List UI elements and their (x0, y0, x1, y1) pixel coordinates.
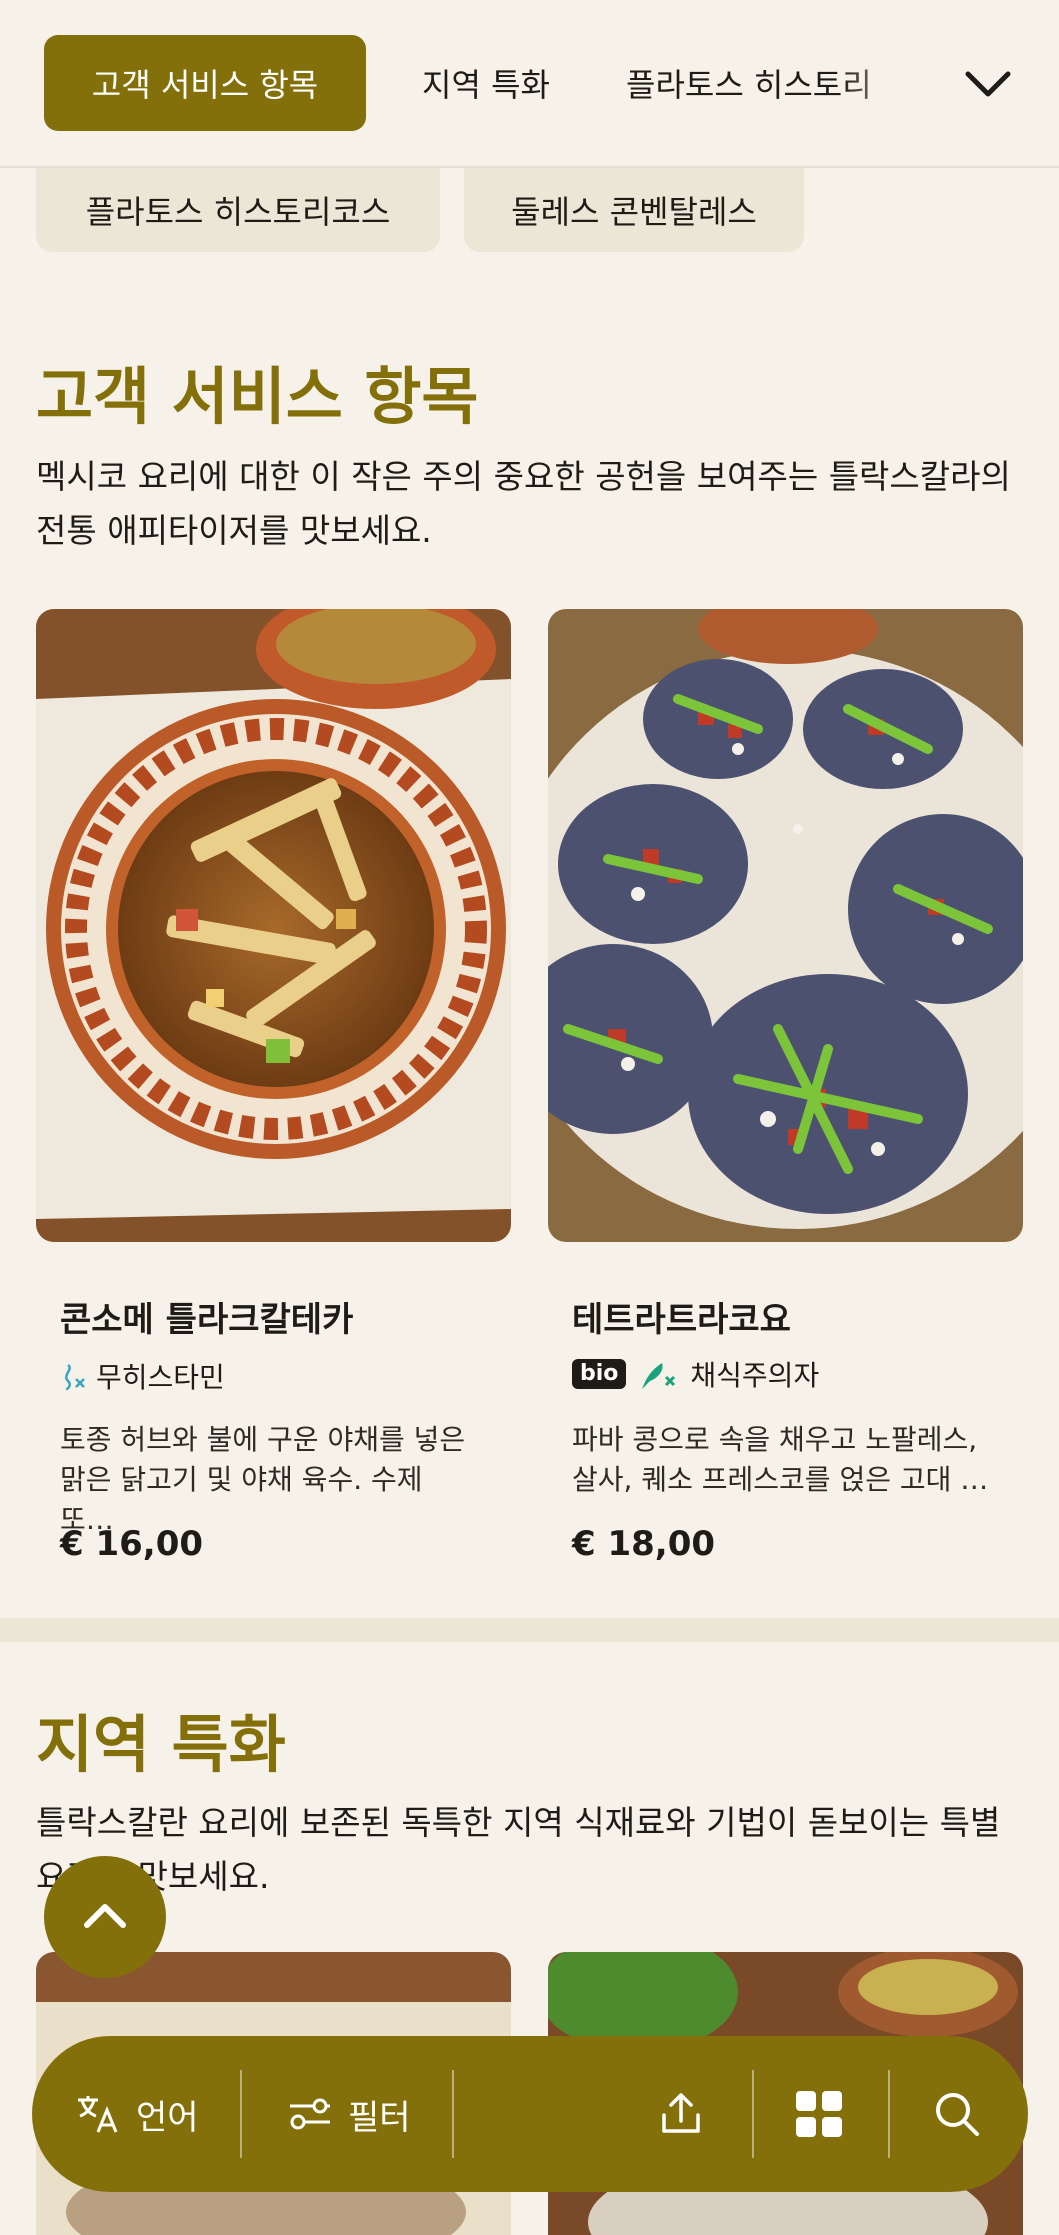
grid-view-button[interactable] (794, 2036, 844, 2192)
language-label: 언어 (136, 2097, 199, 2138)
separator (240, 2070, 242, 2158)
share-icon (662, 2093, 700, 2133)
filter-button[interactable]: 필터 (286, 2036, 411, 2192)
section-title: 고객 서비스 항목 (36, 360, 479, 433)
tab-customer-service[interactable]: 고객 서비스 항목 (44, 35, 366, 131)
filter-icon (290, 2098, 330, 2130)
dish-tags: bio 채식주의자 (572, 1354, 819, 1394)
dish-description: 파바 콩으로 속을 채우고 노팔레스, 살사, 퀘소 프레스코를 얹은 고대 … (572, 1423, 989, 1496)
tab-label: 플라토스 히스토리 (626, 66, 872, 104)
separator (752, 2070, 754, 2158)
tag-label: 채식주의자 (690, 1359, 820, 1392)
antihistamine-icon (65, 1363, 85, 1391)
chip-dulces-conventuales[interactable]: 둘레스 콘벤탈레스 (464, 168, 804, 252)
dish-price: € 18,00 (572, 1524, 716, 1564)
search-button[interactable] (932, 2036, 982, 2192)
category-tab-bar: 고객 서비스 항목 지역 특화 플라토스 히스토리 (0, 0, 1059, 168)
search-icon (936, 2093, 979, 2136)
separator (452, 2070, 454, 2158)
filter-label: 필터 (348, 2097, 411, 2138)
dish-title: 테트라트라코요 (572, 1300, 791, 1340)
bio-badge: bio (572, 1359, 627, 1389)
tab-regional-specialties[interactable]: 지역 특화 (366, 35, 606, 131)
dish-title: 콘소메 틀라크칼테카 (60, 1300, 354, 1340)
chip-platos-historicos[interactable]: 플라토스 히스토리코스 (36, 168, 440, 252)
dish-description: 토종 허브와 불에 구운 야채를 넣은 맑은 닭고기 및 야채 육수. 수제 또… (60, 1423, 466, 1536)
scroll-to-top-button[interactable] (44, 1856, 166, 1978)
vegetarian-icon (642, 1363, 676, 1389)
dish-price: € 16,00 (60, 1524, 204, 1564)
chevron-down-icon[interactable] (960, 56, 1016, 112)
section-title: 지역 특화 (36, 1708, 286, 1781)
separator (888, 2070, 890, 2158)
dish-tags: 무히스타민 (60, 1356, 225, 1396)
section-divider (0, 1618, 1059, 1642)
tag-label: 무히스타민 (96, 1361, 225, 1394)
section-description: 틀락스칼란 요리에 보존된 독특한 지역 식재료와 기법이 돋보이는 특별요리를… (36, 1803, 1001, 1896)
share-button[interactable] (656, 2036, 706, 2192)
tab-fade (840, 20, 950, 148)
dish-image-tetratlacoyo[interactable] (548, 609, 1023, 1242)
translate-icon (78, 2096, 118, 2133)
section-description: 멕시코 요리에 대한 이 작은 주의 중요한 공헌을 보여주는 틀락스칼라의 전… (36, 457, 1011, 550)
dish-image-consome[interactable] (36, 609, 511, 1242)
chevron-up-icon (84, 1904, 126, 1928)
grid-icon (796, 2091, 842, 2137)
language-button[interactable]: 언어 (74, 2036, 199, 2192)
bottom-action-bar: 언어 필터 (32, 2036, 1028, 2192)
subcategory-chips: 플라토스 히스토리코스 둘레스 콘벤탈레스 (36, 168, 804, 252)
